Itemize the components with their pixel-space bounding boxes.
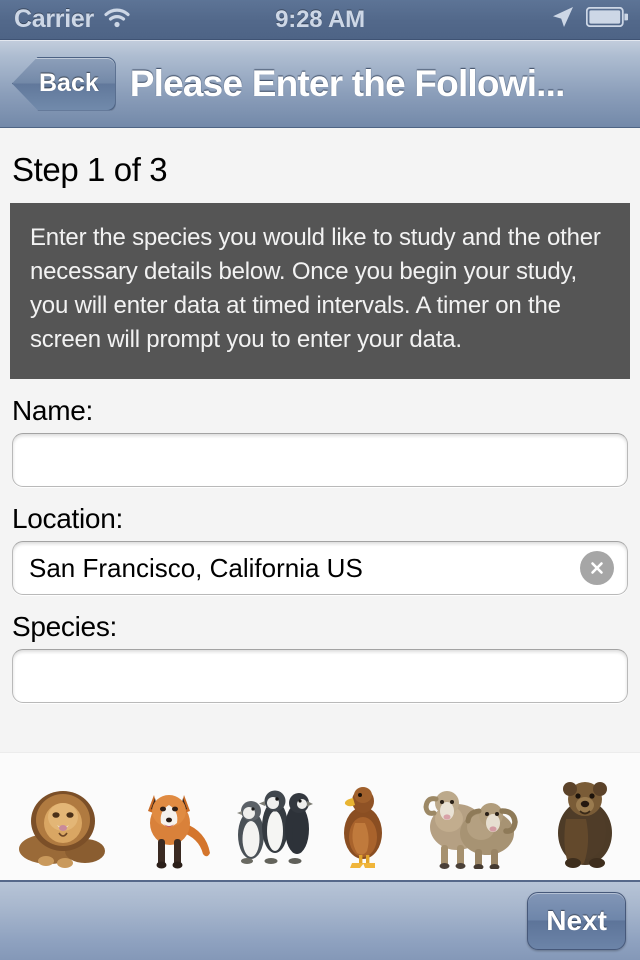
battery-icon	[585, 6, 629, 32]
species-field-label: Species:	[12, 611, 117, 642]
app-screen: Carrier 9:28 AM Back Please Enter the Fo…	[0, 0, 640, 960]
location-field-wrap	[12, 541, 628, 595]
page-title: Please Enter the Followi...	[129, 62, 566, 104]
back-button-label: Back	[39, 69, 99, 97]
location-field-label: Location:	[12, 503, 123, 534]
bottom-toolbar: Next	[0, 880, 640, 960]
animal-image-strip	[0, 752, 640, 880]
fox-image	[128, 771, 220, 874]
form-content: Step 1 of 3 Enter the species you would …	[0, 129, 640, 880]
name-field-wrap	[12, 433, 628, 487]
species-input[interactable]	[12, 649, 628, 703]
name-input[interactable]	[12, 433, 628, 487]
status-bar-time: 9:28 AM	[275, 5, 365, 33]
instructions-text: Enter the species you would like to stud…	[30, 224, 601, 353]
status-bar-right	[551, 5, 629, 34]
location-input[interactable]	[12, 541, 628, 595]
penguins-image	[233, 771, 317, 874]
status-bar: Carrier 9:28 AM	[0, 0, 640, 40]
instructions-panel: Enter the species you would like to stud…	[10, 203, 630, 379]
bear-image	[542, 771, 628, 874]
lion-image	[13, 771, 115, 874]
navigation-bar: Back Please Enter the Followi...	[0, 40, 640, 128]
location-arrow-icon	[551, 5, 575, 34]
next-button[interactable]: Next	[527, 892, 626, 950]
clear-icon[interactable]	[580, 551, 614, 585]
duck-image	[330, 771, 396, 874]
name-field-label: Name:	[12, 395, 93, 426]
sheep-image	[409, 771, 529, 874]
species-field-wrap	[12, 649, 628, 703]
back-button[interactable]: Back	[12, 56, 116, 111]
next-button-label: Next	[546, 905, 607, 936]
step-indicator: Step 1 of 3	[12, 151, 168, 188]
